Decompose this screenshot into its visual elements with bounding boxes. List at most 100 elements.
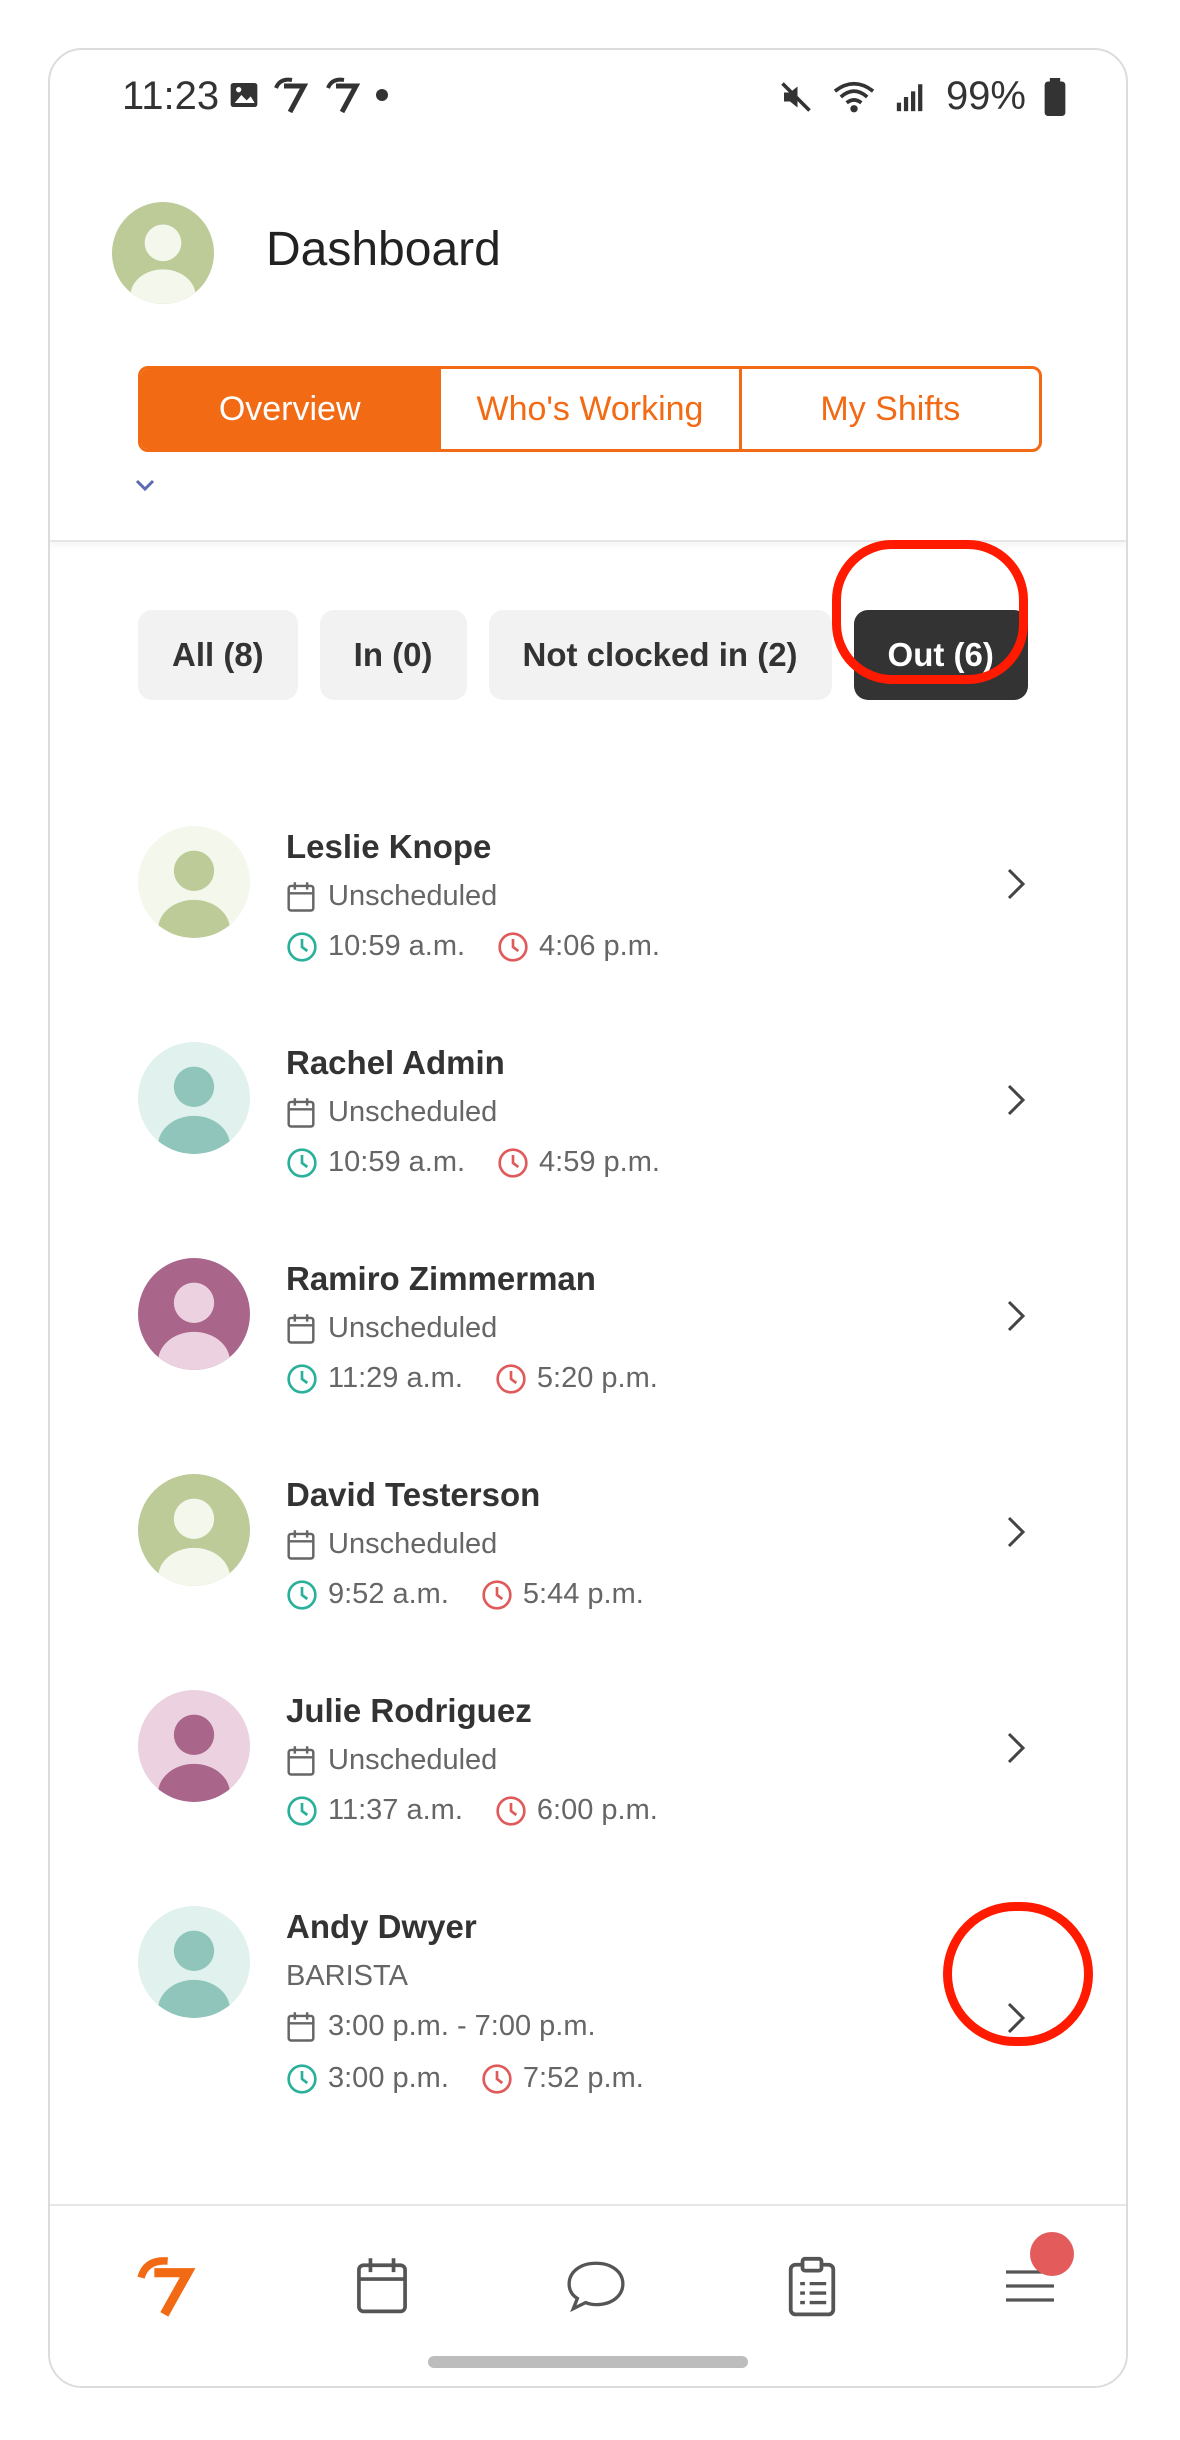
schedule-line: Unscheduled	[286, 1312, 497, 1345]
nav-menu[interactable]	[990, 2232, 1074, 2326]
chevron-right-icon[interactable]	[1004, 866, 1028, 902]
dot-icon	[376, 89, 388, 101]
clock-in-icon	[287, 2063, 317, 2094]
clock-in-time: 11:29 a.m.	[328, 1362, 463, 1394]
clock-out-icon	[496, 1363, 526, 1394]
schedule-text: Unscheduled	[328, 1528, 498, 1560]
list-item[interactable]: David Testerson Unscheduled 9:52 a.m. 5:…	[50, 1398, 1126, 1610]
schedule-text: 3:00 p.m. - 7:00 p.m.	[328, 2010, 596, 2042]
schedule-line: Unscheduled	[286, 880, 497, 913]
clock-in-time: 10:59 a.m.	[328, 1146, 466, 1178]
person-icon	[158, 850, 230, 938]
avatar	[138, 1474, 250, 1586]
employee-name: Andy Dwyer	[286, 1908, 477, 1945]
nav-messages[interactable]	[556, 2246, 636, 2326]
status-notification-icons	[228, 76, 390, 114]
avatar	[138, 1042, 250, 1154]
tab-whos-working[interactable]: Who's Working	[441, 369, 742, 449]
clock-times: 3:00 p.m. 7:52 p.m.	[286, 2062, 676, 2095]
schedule-text: Unscheduled	[328, 1312, 498, 1344]
schedule-line: 3:00 p.m. - 7:00 p.m.	[286, 2010, 596, 2043]
tab-overview[interactable]: Overview	[141, 369, 442, 449]
person-icon	[158, 1066, 230, 1154]
clock-in-icon	[287, 931, 317, 962]
clock-in-time: 10:59 a.m.	[328, 930, 466, 962]
person-icon	[158, 1498, 230, 1586]
clock-in-icon	[287, 1579, 317, 1610]
app-logo-icon	[326, 77, 361, 114]
calendar-icon	[287, 1097, 315, 1128]
phone-frame: 11:23 99% Dashboard Overview Who's Worki…	[48, 48, 1128, 2388]
list-item[interactable]: Rachel Admin Unscheduled 10:59 a.m. 4:59…	[50, 966, 1126, 1179]
avatar	[138, 1258, 250, 1370]
calendar-icon	[287, 1313, 315, 1344]
chevron-right-icon[interactable]	[1004, 1730, 1028, 1766]
filter-all[interactable]: All (8)	[138, 610, 298, 700]
calendar-icon	[287, 2011, 315, 2042]
clock-times: 10:59 a.m. 4:59 p.m.	[286, 1146, 692, 1179]
chevron-right-icon[interactable]	[1004, 1514, 1028, 1550]
user-avatar[interactable]	[112, 202, 214, 304]
clock-in-icon	[287, 1795, 317, 1826]
clock-in-time: 11:37 a.m.	[328, 1794, 463, 1826]
clock-out-time: 4:06 p.m.	[539, 930, 660, 962]
avatar	[138, 826, 250, 938]
person-icon	[158, 1930, 230, 2018]
avatar	[138, 1906, 250, 2018]
header: Dashboard Overview Who's Working My Shif…	[50, 150, 1126, 542]
chevron-right-icon[interactable]	[1004, 1298, 1028, 1334]
clock-times: 10:59 a.m. 4:06 p.m.	[286, 930, 692, 963]
calendar-icon	[287, 1529, 315, 1560]
list-item[interactable]: Leslie Knope Unscheduled 10:59 a.m. 4:06…	[50, 750, 1126, 963]
annotation-circle	[832, 540, 1028, 684]
status-right: 99%	[778, 74, 1066, 119]
clock-out-icon	[498, 931, 528, 962]
app-logo-icon	[274, 77, 309, 114]
bottom-nav	[50, 2204, 1126, 2386]
chat-icon	[567, 2261, 625, 2313]
chevron-right-icon[interactable]	[1004, 1082, 1028, 1118]
nav-home[interactable]	[126, 2246, 206, 2326]
clock-times: 11:29 a.m. 5:20 p.m.	[286, 1362, 690, 1395]
annotation-circle	[943, 1902, 1093, 2046]
clock-out-time: 5:44 p.m.	[522, 1578, 644, 1610]
person-icon	[158, 1714, 230, 1802]
calendar-icon	[357, 2258, 407, 2314]
clock-out-time: 5:20 p.m.	[536, 1362, 658, 1394]
tab-my-shifts[interactable]: My Shifts	[742, 369, 1039, 449]
list-item[interactable]: Ramiro Zimmerman Unscheduled 11:29 a.m. …	[50, 1182, 1126, 1395]
calendar-icon	[287, 881, 315, 912]
signal-icon	[896, 83, 923, 111]
calendar-icon	[287, 1745, 315, 1776]
clock-times: 11:37 a.m. 6:00 p.m.	[286, 1794, 690, 1827]
image-icon	[230, 83, 258, 107]
home-indicator[interactable]	[428, 2356, 748, 2368]
chevron-down-icon[interactable]	[134, 478, 156, 492]
clock-out-time: 7:52 p.m.	[522, 2062, 644, 2094]
page-title: Dashboard	[266, 223, 501, 276]
wifi-icon	[833, 81, 875, 112]
filter-not-clocked-in[interactable]: Not clocked in (2)	[488, 610, 832, 700]
notification-badge	[1030, 2232, 1074, 2276]
role-line: BARISTA	[286, 1960, 408, 1993]
nav-tasks[interactable]	[772, 2246, 852, 2326]
clock-in-icon	[287, 1363, 317, 1394]
avatar	[138, 1690, 250, 1802]
schedule-text: Unscheduled	[328, 1744, 498, 1776]
employee-name: Julie Rodriguez	[286, 1692, 532, 1729]
clock-out-time: 6:00 p.m.	[536, 1794, 658, 1826]
schedule-line: Unscheduled	[286, 1528, 497, 1561]
list-item[interactable]: Julie Rodriguez Unscheduled 11:37 a.m. 6…	[50, 1614, 1126, 1827]
filter-in[interactable]: In (0)	[319, 610, 467, 700]
role-text: BARISTA	[286, 1960, 408, 1992]
clipboard-icon	[788, 2256, 836, 2317]
schedule-text: Unscheduled	[328, 880, 498, 912]
logo-icon	[137, 2257, 196, 2317]
clock-out-time: 4:59 p.m.	[539, 1146, 660, 1178]
view-tabs: Overview Who's Working My Shifts	[138, 366, 1042, 452]
nav-schedule[interactable]	[342, 2246, 422, 2326]
clock-out-icon	[498, 1147, 528, 1178]
battery-percent: 99%	[945, 74, 1026, 118]
schedule-text: Unscheduled	[328, 1096, 498, 1128]
person-icon	[158, 1282, 230, 1370]
